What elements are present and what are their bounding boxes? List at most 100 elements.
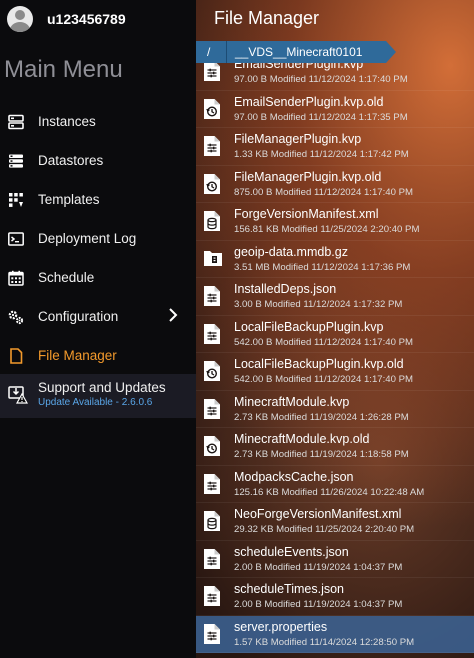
text-file-icon (203, 323, 221, 345)
sidebar-item-label: Schedule (38, 270, 95, 285)
file-name[interactable]: MinecraftModule.kvp.old (234, 432, 369, 446)
file-meta: 1.57 KB Modified 11/14/2024 12:28:50 PM (234, 636, 415, 648)
sidebar-item-label: File Manager (38, 348, 117, 363)
file-name[interactable]: EmailSenderPlugin.kvp (234, 63, 363, 71)
file-meta: 542.00 B Modified 11/12/2024 1:17:40 PM (234, 374, 414, 385)
breadcrumb-folder[interactable]: __VDS__Minecraft0101 (235, 45, 362, 59)
avatar[interactable] (7, 6, 33, 32)
calendar-icon (8, 270, 24, 286)
file-name[interactable]: ModpacksCache.json (234, 470, 354, 484)
sidebar-item-deployment-log[interactable]: Deployment Log (0, 219, 196, 258)
sidebar-item-support-and-updates[interactable]: Support and Updates Update Available - 2… (0, 374, 196, 418)
sidebar-item-datastores[interactable]: Datastores (0, 141, 196, 180)
chevron-right-icon[interactable] (168, 307, 178, 328)
archive-file-icon (203, 248, 222, 270)
sidebar-item-schedule[interactable]: Schedule (0, 258, 196, 297)
file-meta: 542.00 B Modified 11/12/2024 1:17:40 PM (234, 336, 414, 348)
sidebar: u123456789 Main Menu Instances Datastore… (0, 0, 196, 658)
download-warning-icon (8, 384, 29, 404)
update-available-link[interactable]: Update Available - 2.6.0.6 (38, 397, 152, 408)
file-meta: 3.00 B Modified 11/12/2024 1:17:32 PM (234, 299, 403, 310)
text-file-icon (203, 548, 221, 570)
sidebar-nav: Instances Datastores Templates Deploymen… (0, 102, 196, 375)
file-name[interactable]: NeoForgeVersionManifest.xml (234, 507, 401, 521)
file-icon (8, 347, 24, 364)
text-file-icon (203, 398, 221, 420)
file-meta: 156.81 KB Modified 11/25/2024 2:20:40 PM (234, 224, 420, 235)
file-meta: 2.73 KB Modified 11/19/2024 1:26:28 PM (234, 411, 409, 423)
file-row[interactable]: NeoForgeVersionManifest.xml 29.32 KB Modi… (196, 503, 474, 541)
user-profile[interactable]: u123456789 (7, 5, 126, 33)
file-meta: 1.33 KB Modified 11/12/2024 1:17:42 PM (234, 149, 409, 160)
sidebar-item-label: Instances (38, 114, 96, 129)
file-name[interactable]: scheduleTimes.json (234, 582, 344, 596)
file-name[interactable]: MinecraftModule.kvp (234, 395, 349, 409)
breadcrumb-root[interactable]: / (196, 45, 224, 59)
history-file-icon (203, 435, 221, 457)
file-row[interactable]: scheduleTimes.json 2.00 B Modified 11/19/… (196, 578, 474, 616)
support-label: Support and Updates (38, 380, 166, 395)
text-file-icon (203, 63, 221, 82)
data-file-icon (203, 510, 221, 532)
file-meta: 125.16 KB Modified 11/26/2024 10:22:48 A… (234, 486, 425, 498)
file-row[interactable]: MinecraftModule.kvp 2.73 KB Modified 11/1… (196, 391, 474, 428)
history-file-icon (203, 360, 221, 382)
file-row[interactable]: ModpacksCache.json 125.16 KB Modified 11/… (196, 466, 474, 503)
sidebar-item-label: Configuration (38, 309, 119, 324)
file-row[interactable]: scheduleEvents.json 2.00 B Modified 11/19… (196, 541, 474, 578)
data-file-icon (203, 210, 221, 232)
file-row[interactable]: geoip-data.mmdb.gz 3.51 MB Modified 11/12… (196, 241, 474, 278)
file-row[interactable]: LocalFileBackupPlugin.kvp.old 542.00 B Mo… (196, 353, 474, 391)
sidebar-item-instances[interactable]: Instances (0, 102, 196, 141)
gears-icon (8, 309, 24, 325)
file-name[interactable]: geoip-data.mmdb.gz (234, 245, 348, 259)
file-meta: 875.00 B Modified 11/12/2024 1:17:40 PM (234, 186, 414, 198)
menu-title: Main Menu (4, 56, 123, 83)
file-meta: 2.00 B Modified 11/19/2024 1:04:37 PM (234, 599, 403, 610)
file-name[interactable]: FileManagerPlugin.kvp.old (234, 170, 381, 184)
file-name[interactable]: FileManagerPlugin.kvp (234, 132, 361, 146)
file-row[interactable]: MinecraftModule.kvp.old 2.73 KB Modified … (196, 428, 474, 466)
file-name[interactable]: LocalFileBackupPlugin.kvp.old (234, 357, 404, 371)
file-list[interactable]: EmailSenderPlugin.kvp 97.00 B Modified 11… (196, 63, 474, 658)
file-meta: 97.00 B Modified 11/12/2024 1:17:40 PM (234, 74, 408, 85)
server-icon (8, 114, 24, 130)
page-title: File Manager (214, 8, 320, 28)
sidebar-item-label: Datastores (38, 153, 104, 168)
breadcrumb-separator (226, 41, 227, 63)
file-row[interactable]: EmailSenderPlugin.kvp.old 97.00 B Modifie… (196, 91, 474, 128)
sidebar-item-label: Templates (38, 192, 100, 207)
file-row[interactable]: ForgeVersionManifest.xml 156.81 KB Modifi… (196, 203, 474, 241)
text-file-icon (203, 585, 221, 607)
file-name[interactable]: ForgeVersionManifest.xml (234, 207, 379, 221)
file-row[interactable]: FileManagerPlugin.kvp.old 875.00 B Modifi… (196, 166, 474, 203)
file-name[interactable]: server.properties (234, 620, 327, 634)
history-file-icon (203, 98, 221, 120)
file-name[interactable]: scheduleEvents.json (234, 545, 349, 559)
file-row[interactable]: EmailSenderPlugin.kvp 97.00 B Modified 11… (196, 63, 474, 91)
sidebar-item-file-manager[interactable]: File Manager (0, 336, 196, 375)
history-file-icon (203, 173, 221, 195)
username: u123456789 (47, 11, 126, 27)
text-file-icon (203, 135, 221, 157)
file-row[interactable]: LocalFileBackupPlugin.kvp 542.00 B Modifi… (196, 316, 474, 353)
sidebar-item-templates[interactable]: Templates (0, 180, 196, 219)
file-meta: 29.32 KB Modified 11/25/2024 2:20:40 PM (234, 524, 415, 535)
file-name[interactable]: LocalFileBackupPlugin.kvp (234, 320, 383, 334)
file-meta: 3.51 MB Modified 11/12/2024 1:17:36 PM (234, 261, 411, 273)
sidebar-item-label: Deployment Log (38, 231, 137, 246)
file-meta: 2.00 B Modified 11/19/2024 1:04:37 PM (234, 561, 403, 573)
file-name[interactable]: EmailSenderPlugin.kvp.old (234, 95, 383, 109)
templates-icon (8, 192, 24, 208)
text-file-icon (203, 285, 221, 307)
text-file-icon (203, 473, 221, 495)
file-name[interactable]: InstalledDeps.json (234, 282, 336, 296)
file-row[interactable]: InstalledDeps.json 3.00 B Modified 11/12/… (196, 278, 474, 316)
sidebar-item-configuration[interactable]: Configuration (0, 297, 196, 336)
file-row[interactable]: FileManagerPlugin.kvp 1.33 KB Modified 11… (196, 128, 474, 166)
file-meta: 97.00 B Modified 11/12/2024 1:17:35 PM (234, 111, 408, 123)
terminal-icon (8, 231, 24, 247)
database-icon (8, 153, 24, 169)
text-file-icon (203, 623, 221, 645)
file-row[interactable]: server.properties 1.57 KB Modified 11/14/… (196, 615, 474, 653)
